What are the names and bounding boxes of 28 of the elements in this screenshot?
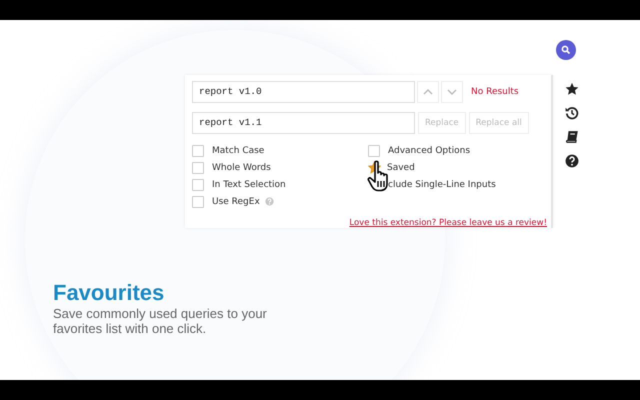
checkbox[interactable]: [192, 162, 204, 174]
search-button[interactable]: [556, 40, 576, 60]
search-icon: [561, 45, 571, 55]
checkbox[interactable]: [192, 196, 204, 208]
feature-title: Favourites: [53, 280, 166, 306]
review-link[interactable]: Love this extension? Please leave us a review!: [349, 218, 547, 228]
option-label: Whole Words: [212, 162, 271, 172]
option-label: Use RegEx: [212, 196, 260, 206]
star-icon[interactable]: [565, 82, 579, 96]
chevron-up-icon: [423, 89, 433, 95]
chevron-down-icon: [447, 89, 457, 95]
option-label: Advanced Options: [388, 146, 470, 156]
feature-description: Save commonly used queries to your favorites list with one click.: [53, 306, 268, 336]
history-icon[interactable]: [565, 106, 579, 120]
find-field[interactable]: report v1.0: [192, 81, 415, 103]
checkbox[interactable]: [368, 144, 380, 156]
checkbox[interactable]: [192, 178, 204, 190]
replace-field[interactable]: report v1.1: [192, 112, 415, 134]
help-icon[interactable]: [565, 154, 579, 168]
result-status: No Results: [471, 87, 519, 97]
next-button[interactable]: [441, 81, 463, 103]
previous-button[interactable]: [417, 81, 439, 103]
option-label: clude Single-Line Inputs: [388, 180, 496, 190]
option-label: Saved: [387, 162, 415, 172]
book-icon[interactable]: [565, 130, 579, 144]
option-label: In Text Selection: [212, 180, 286, 190]
checkbox[interactable]: [192, 144, 204, 156]
option-label: Match Case: [212, 146, 264, 156]
